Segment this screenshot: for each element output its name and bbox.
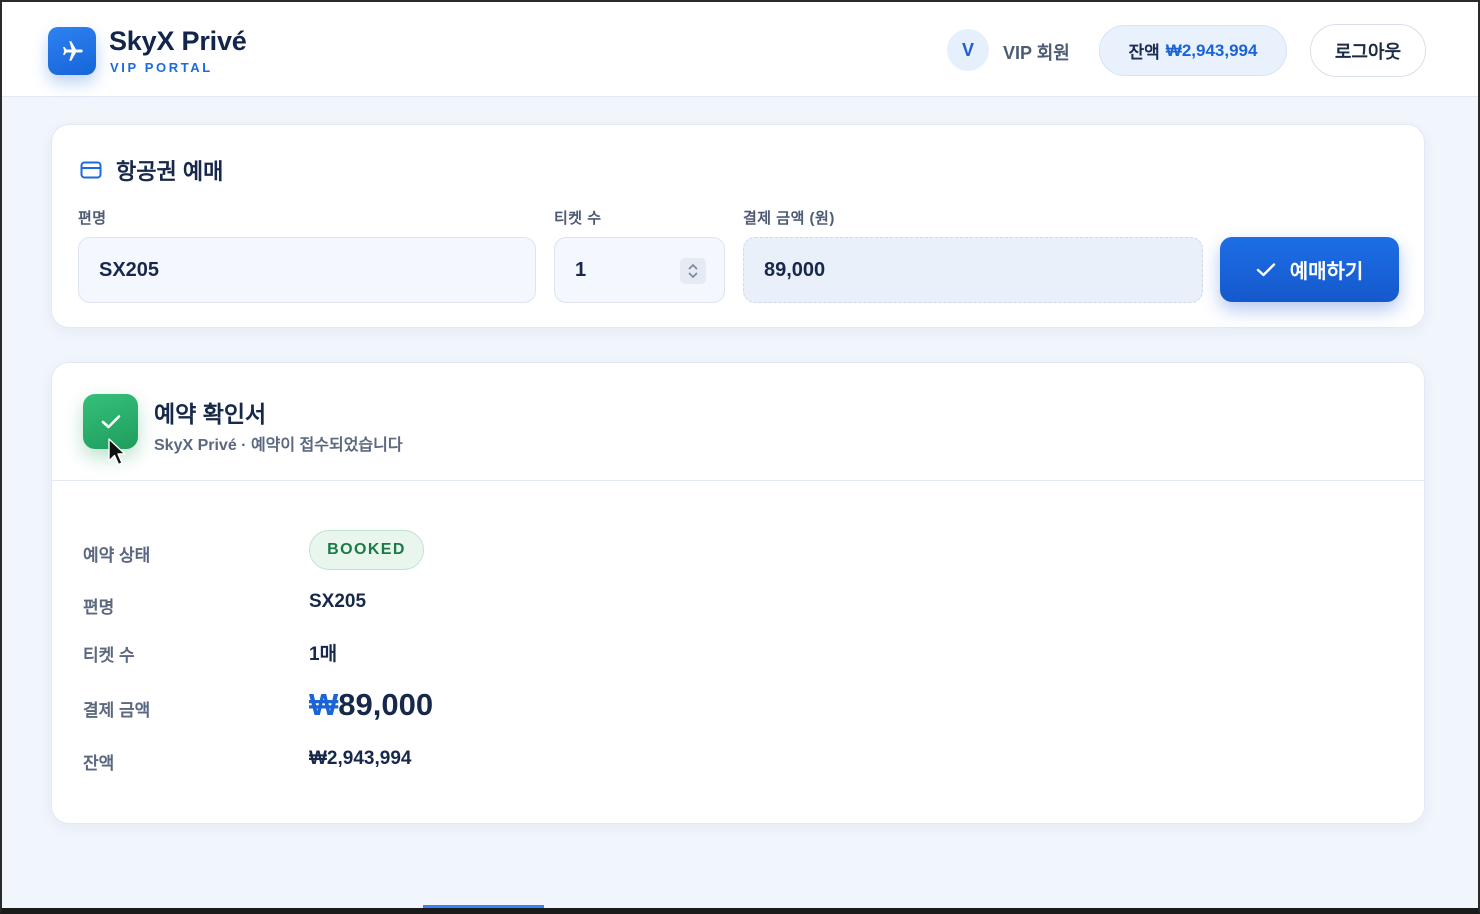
- booking-title-text: 항공권 예매: [116, 159, 224, 184]
- amount-currency: ₩: [309, 687, 339, 722]
- amount-field-label: 결제 금액 (원): [743, 210, 835, 227]
- brand-subtitle: VIP PORTAL: [110, 60, 213, 75]
- status-label: 예약 상태: [83, 546, 151, 565]
- flight-label: 편명: [83, 598, 115, 617]
- app-window: SkyX Privé VIP PORTAL V VIP 회원 잔액 ₩2,943…: [0, 0, 1480, 914]
- top-header: SkyX Privé VIP PORTAL V VIP 회원 잔액 ₩2,943…: [2, 2, 1478, 97]
- balance-pill-value: ₩2,943,994: [1165, 40, 1258, 60]
- quantity-stepper[interactable]: [680, 258, 706, 284]
- flight-field-label: 편명: [78, 210, 107, 227]
- tickets-input-value: 1: [575, 258, 587, 281]
- amount-number: 89,000: [338, 687, 434, 722]
- brand-name: SkyX Privé: [109, 26, 247, 56]
- balance-value: ₩2,943,994: [309, 748, 412, 769]
- mouse-cursor-icon: [108, 438, 126, 466]
- brand-logo[interactable]: [48, 27, 96, 75]
- amount-value: ₩89,000: [309, 687, 433, 723]
- tickets-field-label: 티켓 수: [554, 210, 602, 227]
- bottom-progress-indicator: [423, 905, 544, 908]
- booking-section-title: 항공권 예매: [80, 154, 223, 186]
- tickets-value: 1매: [309, 644, 338, 665]
- tickets-input[interactable]: 1: [554, 237, 725, 303]
- avatar[interactable]: V: [947, 29, 989, 71]
- stepper-arrows-icon: [688, 263, 698, 279]
- confirmation-card: 예약 확인서 SkyX Privé · 예약이 접수되었습니다 예약 상태 BO…: [51, 362, 1425, 824]
- amount-label: 결제 금액: [83, 701, 151, 720]
- booking-card: 항공권 예매 편명 SX205 티켓 수 1 결제 금액 (원) 89,000 …: [51, 124, 1425, 328]
- member-tier-label: VIP 회원: [1003, 43, 1070, 63]
- status-badge: BOOKED: [309, 530, 424, 570]
- logout-button[interactable]: 로그아웃: [1310, 24, 1426, 77]
- tickets-label: 티켓 수: [83, 646, 135, 665]
- confirmation-subtitle: SkyX Privé · 예약이 접수되었습니다: [154, 437, 403, 454]
- airplane-icon: [63, 41, 83, 61]
- card-icon: [80, 161, 102, 179]
- amount-field: 89,000: [743, 237, 1203, 303]
- flight-input-value: SX205: [99, 258, 160, 281]
- check-icon: [101, 414, 120, 428]
- flight-value: SX205: [309, 591, 367, 612]
- balance-label: 잔액: [83, 754, 115, 773]
- check-icon: [1256, 262, 1275, 276]
- balance-pill: 잔액 ₩2,943,994: [1099, 25, 1287, 76]
- flight-input[interactable]: SX205: [78, 237, 536, 303]
- divider: [52, 480, 1424, 481]
- amount-field-value: 89,000: [764, 258, 826, 281]
- book-button-label: 예매하기: [1289, 261, 1364, 283]
- balance-pill-label: 잔액: [1128, 43, 1160, 62]
- confirmation-title: 예약 확인서: [154, 401, 267, 427]
- book-button[interactable]: 예매하기: [1220, 237, 1399, 302]
